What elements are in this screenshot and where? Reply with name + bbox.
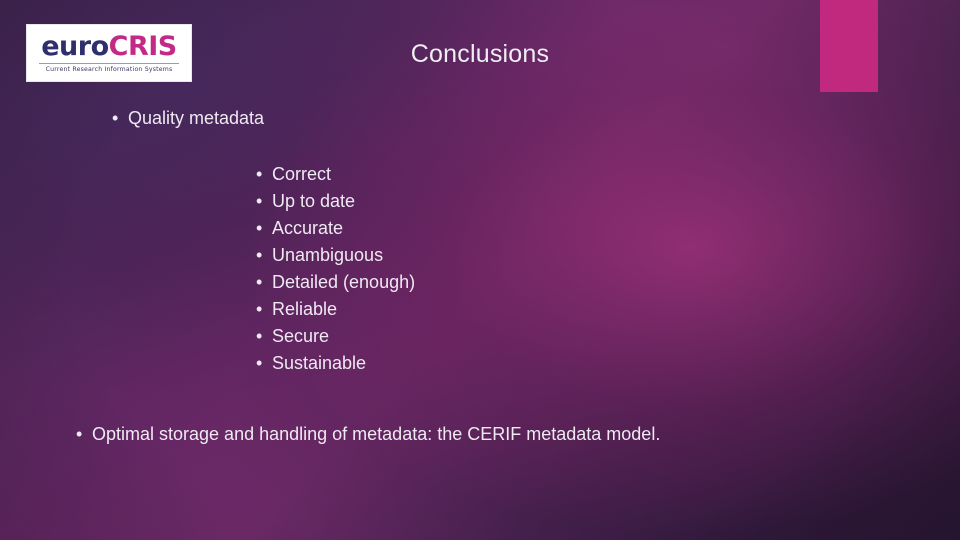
logo-word-euro: euro: [41, 31, 109, 62]
bullet-icon: •: [256, 298, 263, 319]
bullet-item-label: Quality metadata: [128, 108, 265, 128]
bullet-icon: •: [256, 325, 263, 346]
list-item: • Detailed (enough): [256, 271, 415, 295]
list-item: • Up to date: [256, 190, 415, 214]
bullet-item-label: Optimal storage and handling of metadata…: [92, 424, 661, 444]
bullet-icon: •: [112, 108, 119, 128]
eurocris-logo: euroCRIS Current Research Information Sy…: [26, 24, 192, 82]
logo-tagline: Current Research Information Systems: [45, 66, 173, 73]
slide-title: Conclusions: [410, 40, 550, 68]
list-item: • Secure: [256, 325, 415, 349]
list-item: • Correct: [256, 163, 415, 187]
list-item-label: Reliable: [272, 298, 338, 319]
bullet-icon: •: [256, 164, 263, 184]
presentation-slide: euroCRIS Current Research Information Sy…: [0, 0, 960, 540]
list-item: • Sustainable: [256, 352, 415, 376]
list-item: • Unambiguous: [256, 244, 415, 268]
bullet-icon: •: [76, 424, 83, 444]
list-item: • Reliable: [256, 298, 415, 322]
list-item-label: Up to date: [272, 190, 356, 211]
bullet-icon: •: [256, 352, 263, 373]
bullet-icon: •: [256, 244, 263, 265]
bullet-icon: •: [256, 271, 263, 292]
accent-block: [820, 0, 878, 92]
list-item-label: Sustainable: [272, 352, 367, 373]
logo-word-cris: CRIS: [108, 31, 178, 62]
list-item: • Accurate: [256, 217, 415, 241]
list-item-label: Unambiguous: [272, 244, 384, 265]
sub-bullet-list: • Correct • Up to date • Accurate • Unam…: [256, 163, 415, 379]
logo-divider: [39, 63, 179, 64]
bullet-item-quality-metadata: • Quality metadata: [112, 106, 264, 131]
list-item-label: Detailed (enough): [272, 271, 416, 292]
bullet-icon: •: [256, 190, 263, 211]
bullet-icon: •: [256, 217, 263, 238]
list-item-label: Accurate: [272, 217, 344, 238]
list-item-label: Secure: [272, 325, 330, 346]
list-item-label: Correct: [272, 164, 332, 184]
logo-wordmark: euroCRIS: [41, 33, 177, 61]
bullet-item-optimal-storage: • Optimal storage and handling of metada…: [76, 422, 660, 447]
